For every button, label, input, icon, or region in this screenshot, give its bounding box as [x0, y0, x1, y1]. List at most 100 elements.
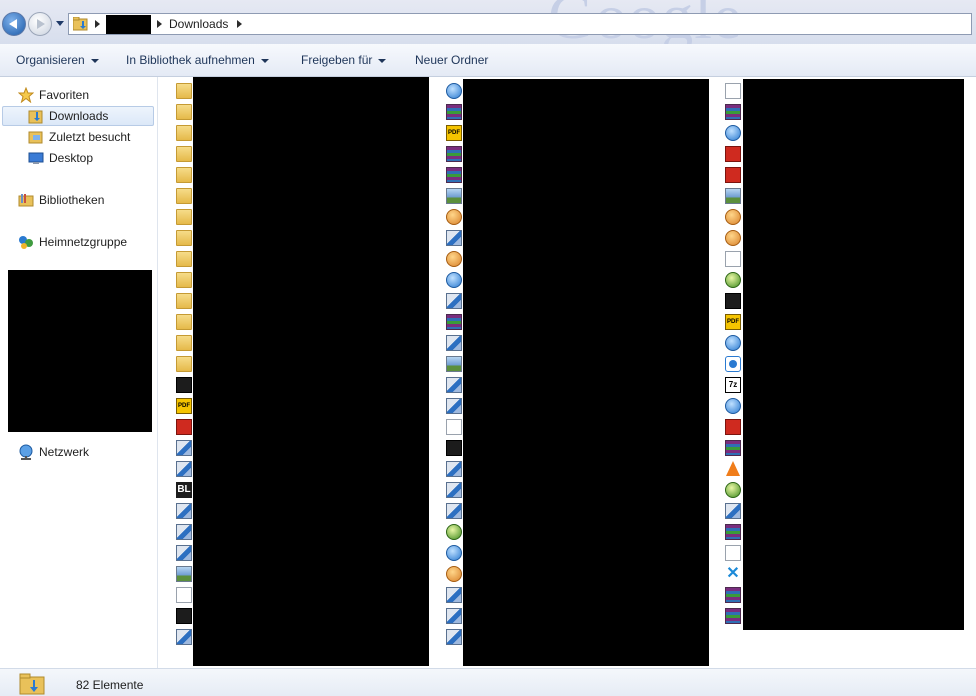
- minecraft-icon[interactable]: [725, 272, 741, 288]
- folder-icon[interactable]: [176, 146, 192, 162]
- folder-icon[interactable]: [176, 251, 192, 267]
- bl-icon[interactable]: BL: [176, 482, 192, 498]
- rar-icon[interactable]: [446, 314, 462, 330]
- folder-icon[interactable]: [176, 335, 192, 351]
- network-icon: [19, 444, 33, 460]
- setup-disc-icon[interactable]: [176, 524, 192, 540]
- setup-icon[interactable]: [446, 230, 462, 246]
- setup-icon[interactable]: [446, 629, 462, 645]
- image-icon[interactable]: [176, 566, 192, 582]
- rar-icon[interactable]: [725, 587, 741, 603]
- network-icon[interactable]: [446, 545, 462, 561]
- setup-icon[interactable]: [446, 587, 462, 603]
- setup-icon[interactable]: [176, 629, 192, 645]
- folder-icon[interactable]: [176, 272, 192, 288]
- firefox-icon[interactable]: [446, 251, 462, 267]
- rar-icon[interactable]: [725, 524, 741, 540]
- steam-icon[interactable]: [725, 293, 741, 309]
- folder-icon[interactable]: [176, 167, 192, 183]
- printer-icon[interactable]: [725, 503, 741, 519]
- new-folder-button[interactable]: Neuer Ordner: [415, 53, 488, 67]
- folder-download-icon: [19, 673, 45, 695]
- folder-icon[interactable]: [176, 188, 192, 204]
- league-icon[interactable]: [446, 440, 462, 456]
- red-icon[interactable]: [725, 419, 741, 435]
- arrow-icon[interactable]: [725, 398, 741, 414]
- setup-icon[interactable]: [446, 608, 462, 624]
- address-field[interactable]: Downloads: [68, 13, 972, 35]
- setup-icon[interactable]: [176, 440, 192, 456]
- network-icon[interactable]: [446, 83, 462, 99]
- rar-icon[interactable]: [446, 146, 462, 162]
- package-icon[interactable]: [725, 209, 741, 225]
- share-with-button[interactable]: Freigeben für: [301, 53, 387, 67]
- setup-icon[interactable]: [446, 335, 462, 351]
- file-list[interactable]: PDF BL PDF PDF 7z ✕: [158, 77, 976, 668]
- folder-icon[interactable]: [176, 356, 192, 372]
- document-icon[interactable]: [725, 251, 741, 267]
- setup-disc-icon[interactable]: [446, 293, 462, 309]
- organise-button[interactable]: Organisieren: [16, 53, 99, 67]
- rar-icon[interactable]: [725, 104, 741, 120]
- globe-icon[interactable]: [725, 482, 741, 498]
- folder-icon[interactable]: [176, 83, 192, 99]
- uninstall-icon[interactable]: [725, 83, 741, 99]
- homegroup-icon: [19, 236, 33, 249]
- chrome-icon[interactable]: [446, 272, 462, 288]
- rar-icon[interactable]: [725, 608, 741, 624]
- audio-icon[interactable]: [725, 335, 741, 351]
- media-icon[interactable]: [725, 146, 741, 162]
- breadcrumb-separator-icon[interactable]: [95, 20, 100, 28]
- folder-icon[interactable]: [176, 230, 192, 246]
- image-icon[interactable]: [446, 356, 462, 372]
- nav-libraries-label: Bibliotheken: [39, 193, 105, 207]
- origin-icon[interactable]: [446, 566, 462, 582]
- text-icon[interactable]: [725, 545, 741, 561]
- setup-icon[interactable]: [446, 398, 462, 414]
- image-icon[interactable]: [446, 188, 462, 204]
- network-icon[interactable]: [725, 125, 741, 141]
- breadcrumb-redacted[interactable]: [106, 15, 151, 34]
- vlc-icon[interactable]: [726, 461, 740, 476]
- installer-icon[interactable]: [176, 545, 192, 561]
- installer-icon[interactable]: [446, 503, 462, 519]
- xbox-icon[interactable]: [176, 608, 192, 624]
- document-icon[interactable]: [446, 419, 462, 435]
- teamviewer-icon[interactable]: [725, 356, 741, 372]
- rar-icon[interactable]: [446, 104, 462, 120]
- filezilla-icon[interactable]: [725, 167, 741, 183]
- folder-icon[interactable]: [176, 293, 192, 309]
- installer-icon[interactable]: [176, 461, 192, 477]
- forward-button[interactable]: [28, 12, 52, 36]
- breadcrumb-downloads[interactable]: Downloads: [169, 17, 228, 31]
- green-icon[interactable]: [446, 524, 462, 540]
- add-to-library-button[interactable]: In Bibliothek aufnehmen: [126, 53, 269, 67]
- breadcrumb-separator-icon[interactable]: [237, 20, 242, 28]
- recent-places-icon: [28, 131, 43, 144]
- document-icon[interactable]: [176, 587, 192, 603]
- folder-icon[interactable]: [176, 314, 192, 330]
- amd-icon[interactable]: [176, 377, 192, 393]
- pdf-icon[interactable]: PDF: [446, 125, 462, 141]
- rar-icon[interactable]: [725, 440, 741, 456]
- package-icon[interactable]: [725, 230, 741, 246]
- acrobat-icon[interactable]: [176, 419, 192, 435]
- java-icon[interactable]: [176, 503, 192, 519]
- back-button[interactable]: [2, 12, 26, 36]
- download-icon[interactable]: [446, 209, 462, 225]
- x-icon[interactable]: ✕: [725, 566, 741, 582]
- setup-icon[interactable]: [446, 377, 462, 393]
- rar-icon[interactable]: [446, 167, 462, 183]
- recent-pages-chevron-icon[interactable]: [56, 21, 64, 26]
- folder-icon[interactable]: [176, 209, 192, 225]
- setup-icon[interactable]: [446, 482, 462, 498]
- breadcrumb-separator-icon[interactable]: [157, 20, 162, 28]
- dropdown-arrow-icon: [260, 58, 269, 63]
- window-icon[interactable]: [725, 188, 741, 204]
- pdf-icon[interactable]: PDF: [176, 398, 192, 414]
- folder-icon[interactable]: [176, 104, 192, 120]
- pdf-icon[interactable]: PDF: [725, 314, 741, 330]
- 7zip-icon[interactable]: 7z: [725, 377, 741, 393]
- folder-icon[interactable]: [176, 125, 192, 141]
- setup-icon[interactable]: [446, 461, 462, 477]
